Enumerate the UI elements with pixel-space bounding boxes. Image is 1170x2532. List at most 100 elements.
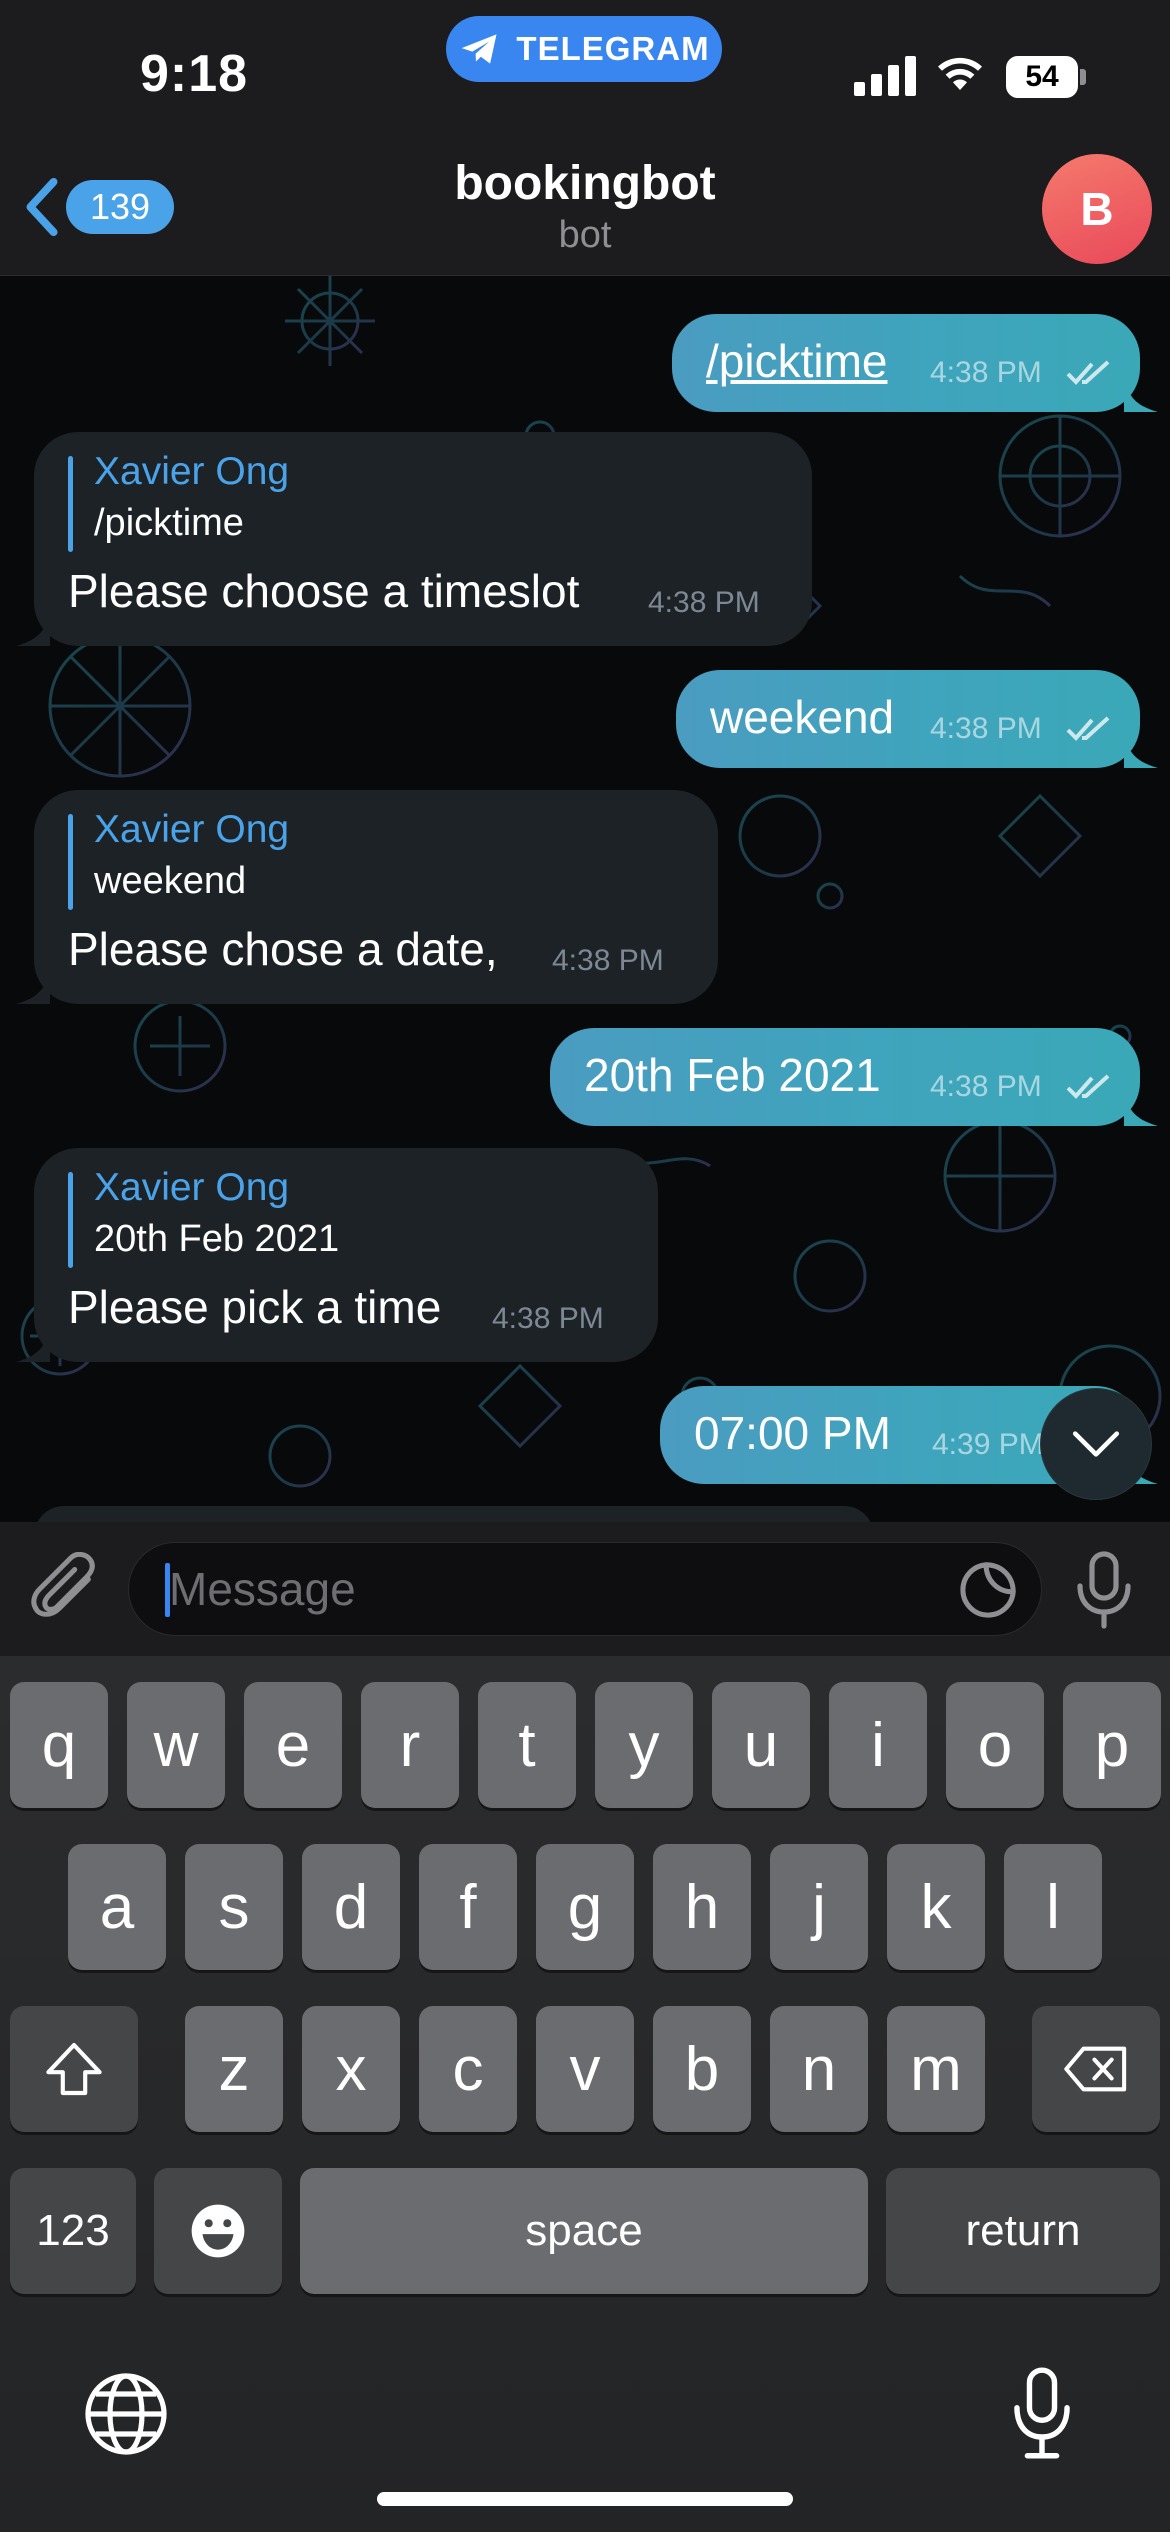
- reply-quoted-text[interactable]: 20th Feb 2021: [94, 1218, 339, 1261]
- key-m[interactable]: m: [887, 2006, 985, 2132]
- key-f[interactable]: f: [419, 1844, 517, 1970]
- message-text: 07:00 PM: [694, 1407, 891, 1459]
- key-k[interactable]: k: [887, 1844, 985, 1970]
- incoming-message-partial: [34, 1506, 874, 1522]
- outgoing-message[interactable]: 20th Feb 2021 4:38 PM: [550, 1028, 1158, 1126]
- chevron-left-icon[interactable]: [22, 176, 62, 238]
- numbers-key-label: 123: [36, 2206, 110, 2255]
- telegram-chat-screen: 9:18 TELEGRAM 54 bookingbot bot 139 B /p…: [0, 0, 1170, 2532]
- paperclip-icon[interactable]: [30, 1552, 100, 1626]
- message-time: 4:39 PM: [932, 1428, 1044, 1461]
- key-p[interactable]: p: [1063, 1682, 1161, 1808]
- message-time: 4:38 PM: [930, 1070, 1042, 1103]
- key-c[interactable]: c: [419, 2006, 517, 2132]
- return-key-label: return: [965, 2206, 1081, 2255]
- backspace-icon: [1064, 2046, 1127, 2092]
- shift-icon: [46, 2042, 102, 2096]
- app-pill-label: TELEGRAM: [516, 30, 710, 67]
- key-t[interactable]: t: [478, 1682, 576, 1808]
- double-check-icon: [1066, 360, 1110, 385]
- key-r[interactable]: r: [361, 1682, 459, 1808]
- emoji-key[interactable]: [154, 2168, 282, 2294]
- emoji-icon: [191, 2204, 245, 2258]
- message-text-command[interactable]: /picktime: [706, 334, 887, 388]
- key-g[interactable]: g: [536, 1844, 634, 1970]
- numbers-key[interactable]: 123: [10, 2168, 136, 2294]
- incoming-message[interactable]: Xavier Ong 20th Feb 2021 Please pick a t…: [16, 1148, 658, 1362]
- message-text: Please pick a time: [68, 1281, 442, 1333]
- incoming-message[interactable]: Xavier Ong weekend Please chose a date, …: [16, 790, 718, 1004]
- chevron-down-icon: [1072, 1431, 1120, 1457]
- chat-subtitle: bot: [558, 214, 612, 256]
- message-list[interactable]: /picktime 4:38 PM Xavier Ong /picktime P…: [0, 276, 1170, 1522]
- chat-title[interactable]: bookingbot: [0, 156, 1170, 211]
- telegram-plane-icon: [462, 34, 497, 64]
- key-v[interactable]: v: [536, 2006, 634, 2132]
- key-i[interactable]: i: [829, 1682, 927, 1808]
- bubble-tail: [1124, 378, 1158, 412]
- scroll-to-bottom-button[interactable]: [1040, 1388, 1152, 1500]
- reply-sender-name[interactable]: Xavier Ong: [94, 450, 289, 494]
- message-time: 4:38 PM: [492, 1302, 604, 1335]
- key-j[interactable]: j: [770, 1844, 868, 1970]
- reply-quote-bar: [68, 814, 73, 910]
- message-text: weekend: [710, 691, 895, 743]
- key-u[interactable]: u: [712, 1682, 810, 1808]
- reply-quote-bar: [68, 1172, 73, 1268]
- delete-key[interactable]: [1032, 2006, 1160, 2132]
- message-time: 4:38 PM: [648, 586, 760, 619]
- wifi-icon: [938, 57, 982, 90]
- globe-icon[interactable]: [82, 2370, 170, 2458]
- bubble-tail: [1124, 734, 1158, 768]
- message-text: Please chose a date,: [68, 923, 498, 975]
- key-e[interactable]: e: [244, 1682, 342, 1808]
- shift-key[interactable]: [10, 2006, 138, 2132]
- microphone-icon[interactable]: [1074, 1550, 1134, 1630]
- key-y[interactable]: y: [595, 1682, 693, 1808]
- bubble-tail: [1124, 1092, 1158, 1126]
- reply-quoted-text[interactable]: /picktime: [94, 502, 244, 545]
- key-a[interactable]: a: [68, 1844, 166, 1970]
- key-l[interactable]: l: [1004, 1844, 1102, 1970]
- bot-avatar[interactable]: B: [1042, 154, 1152, 264]
- key-o[interactable]: o: [946, 1682, 1044, 1808]
- key-z[interactable]: z: [185, 2006, 283, 2132]
- key-s[interactable]: s: [185, 1844, 283, 1970]
- battery-level: 54: [1006, 56, 1078, 98]
- home-indicator[interactable]: [377, 2492, 793, 2506]
- key-n[interactable]: n: [770, 2006, 868, 2132]
- sticker-icon[interactable]: [957, 1559, 1019, 1621]
- battery-indicator: 54: [1006, 56, 1086, 98]
- reply-quoted-text[interactable]: weekend: [94, 860, 246, 903]
- cellular-signal-icon: [854, 56, 916, 96]
- key-b[interactable]: b: [653, 2006, 751, 2132]
- return-key[interactable]: return: [886, 2168, 1160, 2294]
- status-time: 9:18: [140, 45, 249, 103]
- double-check-icon: [1066, 1074, 1110, 1099]
- message-field[interactable]: [128, 1542, 1042, 1636]
- reply-sender-name[interactable]: Xavier Ong: [94, 808, 289, 852]
- message-time: 4:38 PM: [930, 356, 1042, 389]
- reply-quote-bar: [68, 456, 73, 552]
- bubble-tail: [16, 970, 50, 1004]
- unread-count-badge[interactable]: 139: [66, 180, 174, 234]
- bubble-tail: [16, 1328, 50, 1362]
- dictation-microphone-icon[interactable]: [1010, 2366, 1074, 2462]
- bubble-tail: [16, 612, 50, 646]
- telegram-app-pill[interactable]: TELEGRAM: [446, 16, 722, 82]
- key-w[interactable]: w: [127, 1682, 225, 1808]
- message-time: 4:38 PM: [930, 712, 1042, 745]
- key-q[interactable]: q: [10, 1682, 108, 1808]
- key-h[interactable]: h: [653, 1844, 751, 1970]
- status-bar: 9:18 TELEGRAM 54: [0, 0, 1170, 150]
- outgoing-message[interactable]: weekend 4:38 PM: [676, 670, 1158, 768]
- space-key[interactable]: space: [300, 2168, 868, 2294]
- outgoing-message[interactable]: /picktime 4:38 PM: [672, 314, 1158, 412]
- reply-sender-name[interactable]: Xavier Ong: [94, 1166, 289, 1210]
- incoming-message[interactable]: Xavier Ong /picktime Please choose a tim…: [16, 432, 812, 646]
- space-key-label: space: [525, 2206, 643, 2255]
- message-composer: [0, 1522, 1170, 1656]
- message-input[interactable]: [169, 1543, 949, 1635]
- key-d[interactable]: d: [302, 1844, 400, 1970]
- key-x[interactable]: x: [302, 2006, 400, 2132]
